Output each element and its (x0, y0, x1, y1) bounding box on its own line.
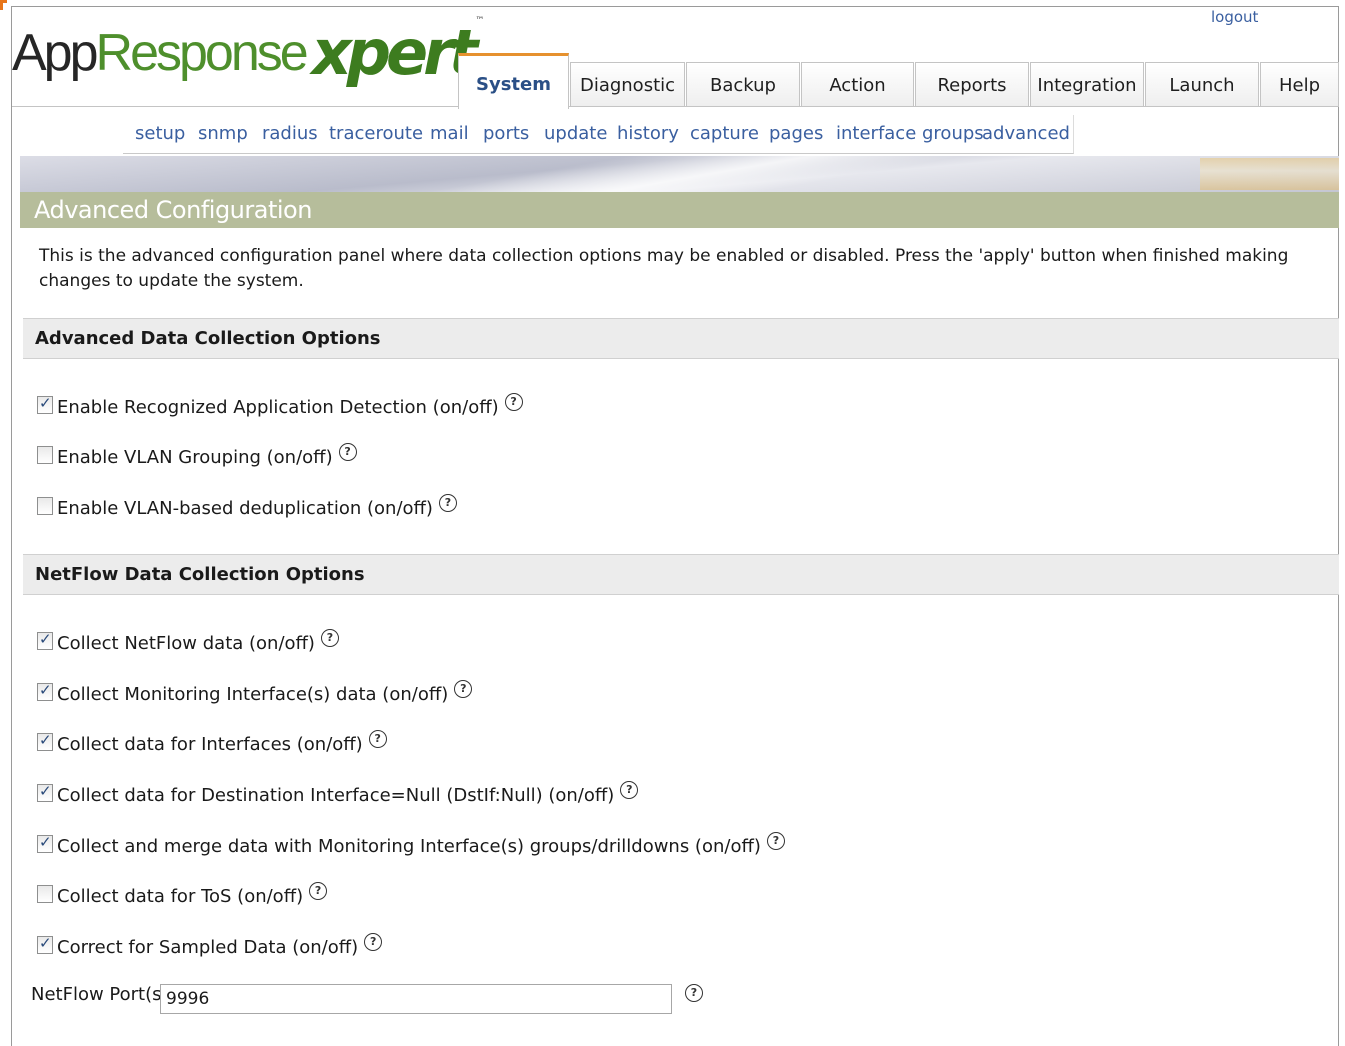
option-label: Collect data for Interfaces (on/off) (57, 734, 363, 755)
option-label: Collect and merge data with Monitoring I… (57, 836, 761, 857)
corner-marker (0, 0, 7, 10)
option-label: Collect data for ToS (on/off) (57, 886, 304, 907)
option-dstif-null: Collect data for Destination Interface=N… (37, 780, 639, 813)
subnav-snmp[interactable]: snmp (198, 123, 248, 144)
section-header-advanced: Advanced Data Collection Options (23, 318, 1339, 359)
help-icon[interactable]: ? (766, 831, 785, 850)
checkbox-merge-groups[interactable] (37, 833, 53, 853)
section-title: Advanced Data Collection Options (35, 328, 381, 349)
help-icon[interactable]: ? (320, 628, 339, 647)
subnav-pages[interactable]: pages (769, 123, 823, 144)
checkbox-sampled-data[interactable] (37, 934, 53, 954)
subnav-advanced[interactable]: advanced (982, 123, 1070, 144)
help-icon[interactable]: ? (685, 984, 703, 1002)
help-icon[interactable]: ? (309, 881, 328, 900)
checkbox-vlan-grouping[interactable] (37, 445, 53, 464)
checkbox-collect-netflow[interactable] (37, 630, 53, 650)
help-icon[interactable]: ? (504, 392, 523, 411)
option-label: Enable VLAN-based deduplication (on/off) (57, 498, 433, 519)
tab-diagnostic[interactable]: Diagnostic (570, 62, 685, 107)
option-monitoring-interfaces: Collect Monitoring Interface(s) data (on… (37, 679, 473, 712)
tab-help[interactable]: Help (1260, 62, 1339, 107)
logo-trademark: ™ (475, 16, 485, 26)
netflow-port-input[interactable] (160, 984, 672, 1014)
option-label: Collect Monitoring Interface(s) data (on… (57, 684, 449, 705)
checkbox-interfaces[interactable] (37, 731, 53, 751)
tab-backup[interactable]: Backup (686, 62, 800, 107)
checkbox-dstif-null[interactable] (37, 782, 53, 802)
subnav-mail[interactable]: mail (430, 123, 469, 144)
decorative-banner (20, 156, 1339, 192)
decorative-banner-accent (1200, 158, 1339, 190)
help-icon[interactable]: ? (338, 442, 357, 461)
netflow-port-row: NetFlow Port(s): ? (31, 984, 703, 1016)
option-label: Enable VLAN Grouping (on/off) (57, 447, 333, 468)
appresponse-xpert-logo: AppResponsexpert ™ (12, 12, 484, 98)
tab-action[interactable]: Action (801, 62, 914, 107)
subnav-interface-groups[interactable]: interface groups (836, 123, 984, 144)
netflow-port-label: NetFlow Port(s): (31, 984, 175, 1005)
option-label: Correct for Sampled Data (on/off) (57, 937, 359, 958)
option-recognized-app-detection: Enable Recognized Application Detection … (37, 392, 523, 425)
checkbox-recognized-app-detection[interactable] (37, 394, 53, 414)
tab-reports[interactable]: Reports (915, 62, 1029, 107)
help-icon[interactable]: ? (368, 729, 387, 748)
subnav-update[interactable]: update (544, 123, 607, 144)
subnav-setup[interactable]: setup (135, 123, 185, 144)
help-icon[interactable]: ? (454, 679, 473, 698)
section-title: NetFlow Data Collection Options (35, 564, 365, 585)
option-sampled-data: Correct for Sampled Data (on/off)? (37, 932, 383, 965)
section-header-netflow: NetFlow Data Collection Options (23, 554, 1339, 595)
option-label: Enable Recognized Application Detection … (57, 397, 499, 418)
subnav-capture[interactable]: capture (690, 123, 759, 144)
option-label: Collect NetFlow data (on/off) (57, 633, 315, 654)
option-label: Collect data for Destination Interface=N… (57, 785, 615, 806)
logo-response: Response (95, 24, 309, 82)
system-subnav: setup snmp radius traceroute mail ports … (123, 115, 1074, 154)
subnav-traceroute[interactable]: traceroute (329, 123, 423, 144)
checkbox-monitoring-interfaces[interactable] (37, 681, 53, 701)
logo-app: App (12, 24, 99, 82)
tab-system[interactable]: System (458, 53, 569, 109)
option-tos: Collect data for ToS (on/off)? (37, 881, 328, 914)
checkbox-tos[interactable] (37, 884, 53, 903)
option-merge-groups: Collect and merge data with Monitoring I… (37, 831, 785, 864)
page-title: Advanced Configuration (34, 196, 312, 224)
subnav-ports[interactable]: ports (483, 123, 529, 144)
option-collect-netflow: Collect NetFlow data (on/off)? (37, 628, 339, 661)
tab-bar-border (12, 106, 1339, 107)
page-header-bar: Advanced Configuration (20, 192, 1339, 228)
option-interfaces: Collect data for Interfaces (on/off)? (37, 729, 387, 762)
help-icon[interactable]: ? (620, 780, 639, 799)
subnav-history[interactable]: history (617, 123, 679, 144)
logout-link[interactable]: logout (1211, 8, 1258, 26)
option-vlan-grouping: Enable VLAN Grouping (on/off)? (37, 442, 357, 475)
intro-text: This is the advanced configuration panel… (39, 246, 1289, 291)
tab-integration[interactable]: Integration (1030, 62, 1144, 107)
help-icon[interactable]: ? (364, 932, 383, 951)
subnav-radius[interactable]: radius (262, 123, 318, 144)
logo-xpert: xpert (311, 16, 479, 89)
option-vlan-dedup: Enable VLAN-based deduplication (on/off)… (37, 493, 457, 526)
checkbox-vlan-dedup[interactable] (37, 496, 53, 515)
help-icon[interactable]: ? (438, 493, 457, 512)
tab-launch[interactable]: Launch (1145, 62, 1259, 107)
